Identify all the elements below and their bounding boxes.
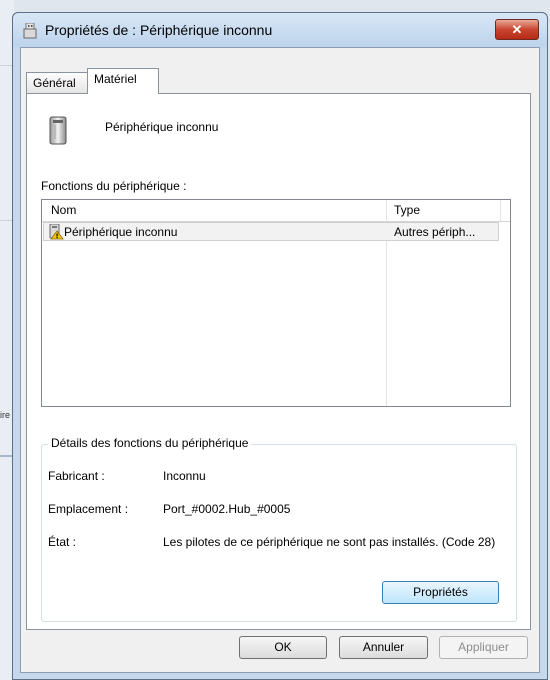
cancel-button[interactable]: Annuler — [339, 636, 428, 659]
close-icon: ✕ — [511, 22, 523, 37]
manufacturer-value: Inconnu — [163, 469, 206, 483]
apply-button[interactable]: Appliquer — [439, 636, 528, 659]
list-item-type: Autres périph... — [394, 225, 476, 239]
tab-hardware[interactable]: Matériel — [87, 68, 159, 94]
properties-button[interactable]: Propriétés — [382, 581, 499, 604]
close-button[interactable]: ✕ — [495, 19, 539, 40]
column-header-name[interactable]: Nom — [51, 203, 76, 217]
list-item[interactable]: Périphérique inconnu Autres périph... — [43, 222, 499, 241]
device-name: Périphérique inconnu — [105, 120, 219, 134]
title-bar[interactable]: Propriétés de : Périphérique inconnu ✕ — [13, 13, 547, 47]
column-divider[interactable] — [500, 200, 501, 221]
status-label: État : — [48, 535, 77, 549]
ok-button[interactable]: OK — [239, 636, 327, 659]
details-title: Détails des fonctions du périphérique — [48, 436, 252, 450]
dialog-client-area: Général Matériel Périphérique inconnu Fo… — [20, 47, 540, 673]
functions-label: Fonctions du périphérique : — [41, 179, 187, 193]
function-details-group: Détails des fonctions du périphérique Fa… — [41, 436, 517, 622]
background-text: ire — [0, 410, 11, 420]
functions-list[interactable]: Nom Type Périphérique inconnu Autres pér… — [41, 199, 511, 407]
tab-general[interactable]: Général — [26, 72, 88, 93]
unknown-device-icon — [49, 116, 67, 145]
column-header-type[interactable]: Type — [394, 203, 420, 217]
properties-dialog: Propriétés de : Périphérique inconnu ✕ G… — [12, 12, 548, 680]
status-value: Les pilotes de ce périphérique ne sont p… — [163, 535, 496, 549]
list-header: Nom Type — [42, 200, 510, 222]
usb-device-icon — [23, 23, 37, 39]
location-value: Port_#0002.Hub_#0005 — [163, 502, 291, 516]
manufacturer-label: Fabricant : — [48, 469, 105, 483]
location-label: Emplacement : — [48, 502, 129, 516]
hardware-tab-panel: Périphérique inconnu Fonctions du périph… — [26, 93, 531, 630]
unknown-device-warning-icon — [49, 224, 64, 240]
window-title: Propriétés de : Périphérique inconnu — [45, 22, 273, 38]
list-item-name: Périphérique inconnu — [64, 225, 178, 239]
